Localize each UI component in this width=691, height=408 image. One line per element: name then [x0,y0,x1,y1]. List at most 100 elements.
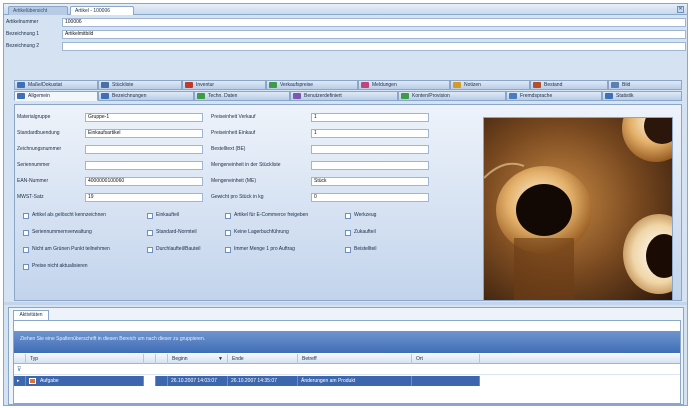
checkbox-box[interactable] [147,247,153,253]
image-icon [611,82,619,88]
drawing-number-field[interactable] [85,145,203,154]
tab-tech-data[interactable]: Techn. Daten [194,91,290,101]
splitter[interactable] [4,302,687,305]
tab-inventory[interactable]: Inventur [182,80,266,90]
checkbox-box[interactable] [147,230,153,236]
material-group-field[interactable]: Gruppe-1 [85,113,203,122]
checkbox-purchase-part[interactable]: Einkaufteil [147,212,179,220]
group-by-area[interactable]: Ziehen Sie eine Spaltenüberschrift in di… [14,331,680,353]
weight-row: Gewicht pro Stück in kg 0 [211,193,433,202]
column-header-flag[interactable] [144,354,156,364]
doc-tab-overview[interactable]: Artikelübersicht [8,6,68,15]
tab-notes[interactable]: Notizen [450,80,530,90]
checkbox-box[interactable] [23,213,29,219]
tab-foreign-language[interactable]: Fremdsprache [506,91,602,101]
message-icon [361,82,369,88]
checkbox-label: Durchlaufteil/Bauteil [156,246,201,252]
column-header-attachment[interactable] [156,354,168,364]
drawing-number-row: Zeichnungsnummer [17,145,207,154]
ean-field[interactable]: 4000000100060 [85,177,203,186]
column-header-subject[interactable]: Betreff [298,354,412,364]
tab-label: Notizen [464,82,481,88]
description1-field[interactable]: Artikelmitbild [62,30,686,39]
tab-label: Maße/Dokustat [28,82,62,88]
checkbox-box[interactable] [225,213,231,219]
description2-field[interactable] [62,42,686,51]
checkbox-bought-in-part[interactable]: Zukaufteil [345,229,376,237]
standard-field[interactable]: Einkaufsartikel [85,129,203,138]
checkbox-quantity-one[interactable]: Immer Menge 1 pro Auftrag [225,246,295,254]
close-icon[interactable]: ✕ [677,6,684,13]
checkbox-box[interactable] [345,247,351,253]
column-header-type[interactable]: Typ [26,354,144,364]
checkbox-box[interactable] [147,213,153,219]
price-unit-purchase-field[interactable]: 1 [311,129,429,138]
checkbox-label: Artikel für E-Commerce freigeben [234,212,309,218]
checkbox-label: Seriennummernverwaltung [32,229,92,235]
tab-image[interactable]: Bild [608,80,682,90]
grid-header: Typ Beginn ▼ Ende Betreff Ort [14,354,680,364]
article-number-field[interactable]: 100006 [62,18,686,27]
column-header-end[interactable]: Ende [228,354,298,364]
tab-general[interactable]: Allgemein [14,91,98,101]
checkbox-box[interactable] [225,230,231,236]
column-header-location[interactable]: Ort [412,354,480,364]
checkbox-serial-management[interactable]: Seriennummernverwaltung [23,229,92,237]
tab-label: Meldungen [372,82,397,88]
checkbox-no-stock-keeping[interactable]: Keine Lagerbuchführung [225,229,289,237]
serial-number-field[interactable] [85,161,203,170]
checkbox-label: Standard-Normteil [156,229,197,235]
tab-stock[interactable]: Bestand [530,80,608,90]
price-unit-sales-field[interactable]: 1 [311,113,429,122]
checkbox-label: Artikel als gelöscht kennzeichnen [32,212,106,218]
tab-bom[interactable]: Stückliste [98,80,182,90]
tab-label: Fremdsprache [520,93,553,99]
tab-dimensions[interactable]: Maße/Dokustat [14,80,98,90]
order-text-field[interactable] [311,145,429,154]
checkbox-mark-deleted[interactable]: Artikel als gelöscht kennzeichnen [23,212,106,220]
unit-field[interactable]: Stück [311,177,429,186]
column-header-begin[interactable]: Beginn ▼ [168,354,228,364]
bom-unit-field[interactable] [311,161,429,170]
box-icon [185,82,193,88]
tab-activities[interactable]: Aktivitäten [13,310,49,320]
checkbox-standard-part[interactable]: Standard-Normteil [147,229,197,237]
tab-user-defined[interactable]: Benutzerdefiniert [290,91,398,101]
tab-statistics[interactable]: Statistik [602,91,682,101]
checkbox-box[interactable] [345,213,351,219]
doc-tab-article[interactable]: Artikel - 100006 [70,6,134,15]
activities-grid: Ziehen Sie eine Spaltenüberschrift in di… [13,320,681,404]
checkbox-label: Einkaufteil [156,212,180,218]
document-tab-bar: Artikelübersicht Artikel - 100006 ✕ [4,4,687,15]
serial-number-label: Seriennummer [17,162,50,168]
checkbox-provided-part[interactable]: Beistellteil [345,246,377,254]
table-row[interactable]: ▸ Aufgabe 26.10.2007 14:03:07 26.10.2007… [14,376,480,386]
tab-descriptions[interactable]: Bezeichnungen [98,91,194,101]
tab-sales-prices[interactable]: Verkaufspreise [266,80,358,90]
weight-label: Gewicht pro Stück in kg [211,194,264,200]
checkbox-no-price-update[interactable]: Preise nicht aktualisieren [23,263,88,271]
checkbox-box[interactable] [23,264,29,270]
tab-label: Verkaufspreise [280,82,314,88]
tab-label: Allgemein [28,93,50,99]
cell-flag [144,376,156,386]
checkbox-ecommerce[interactable]: Artikel für E-Commerce freigeben [225,212,308,220]
checkbox-tool[interactable]: Werkzeug [345,212,376,220]
tab-row-top: Maße/Dokustat Stückliste Inventur Verkau… [14,80,682,90]
weight-field[interactable]: 0 [311,193,429,202]
vat-field[interactable]: 19 [85,193,203,202]
checkbox-box[interactable] [345,230,351,236]
order-text-label: Bestelltext (BE) [211,146,246,152]
checkbox-box[interactable] [23,247,29,253]
checkbox-box[interactable] [225,247,231,253]
filter-row[interactable]: ⊽ [14,365,680,375]
price-unit-purchase-row: Preiseinheit Einkauf 1 [211,129,433,138]
tab-accounts[interactable]: Konten/Provision [398,91,506,101]
checkbox-box[interactable] [23,230,29,236]
tab-messages[interactable]: Meldungen [358,80,450,90]
checkbox-pass-through-part[interactable]: Durchlaufteil/Bauteil [147,246,200,254]
chart-icon [605,93,613,99]
ean-label: EAN-Nummer [17,178,49,184]
row-indicator: ▸ [14,376,26,386]
checkbox-green-dot[interactable]: Nicht am Grünen Punkt teilnehmen [23,246,110,254]
